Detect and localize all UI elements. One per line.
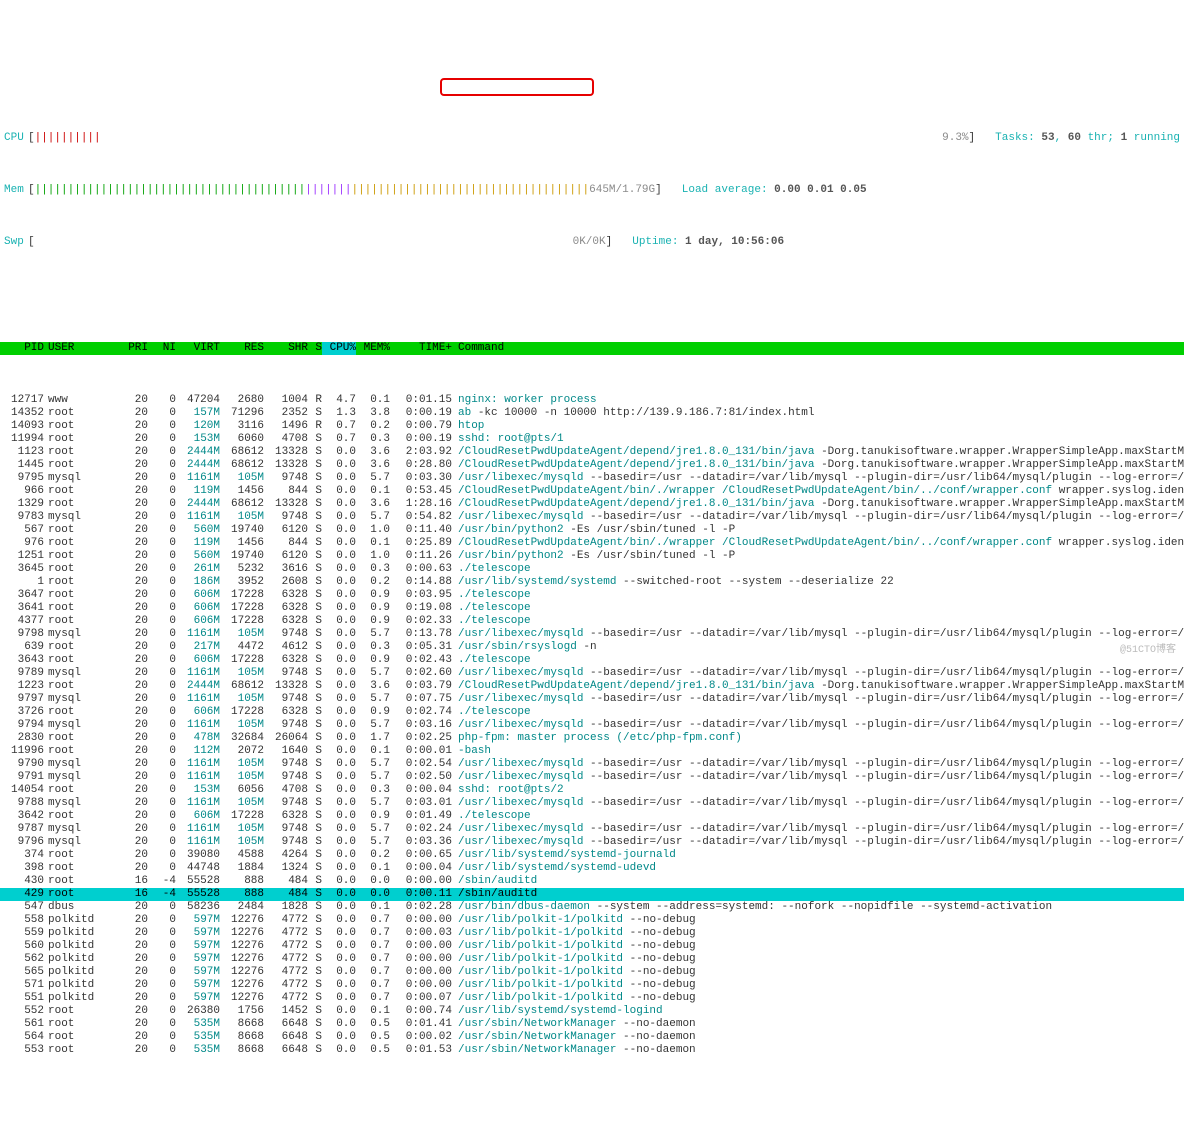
watermark: @51CTO博客: [1120, 644, 1176, 657]
process-row[interactable]: 11994root200153M60604708S0.70.30:00.19ss…: [0, 433, 1184, 446]
process-row[interactable]: 9787mysql2001161M105M9748S0.05.70:02.24/…: [0, 823, 1184, 836]
process-row[interactable]: 14352root200157M712962352S1.33.80:00.19a…: [0, 407, 1184, 420]
process-row[interactable]: 4377root200606M172286328S0.00.90:02.33./…: [0, 615, 1184, 628]
process-row[interactable]: 552root2002638017561452S0.00.10:00.74/us…: [0, 1005, 1184, 1018]
hdr-pri[interactable]: PRI: [120, 342, 148, 355]
process-row[interactable]: 639root200217M44724612S0.00.30:05.31/usr…: [0, 641, 1184, 654]
meters-panel: CPU[||||||||||9.3%] Tasks: 53, 60 thr; 1…: [0, 78, 1184, 303]
load-info: Load average: 0.00 0.01 0.05: [682, 184, 867, 197]
process-row[interactable]: 374root2003908045884264S0.00.20:00.65/us…: [0, 849, 1184, 862]
process-row[interactable]: 9797mysql2001161M105M9748S0.05.70:07.75/…: [0, 693, 1184, 706]
process-row[interactable]: 565polkitd200597M122764772S0.00.70:00.00…: [0, 966, 1184, 979]
process-row[interactable]: 2830root200478M3268426064S0.01.70:02.25p…: [0, 732, 1184, 745]
hdr-time[interactable]: TIME+: [390, 342, 452, 355]
process-row[interactable]: 1root200186M39522608S0.00.20:14.88/usr/l…: [0, 576, 1184, 589]
process-row[interactable]: 553root200535M86686648S0.00.50:01.53/usr…: [0, 1044, 1184, 1057]
process-row[interactable]: 1445root2002444M6861213328S0.03.60:28.80…: [0, 459, 1184, 472]
process-row[interactable]: 551polkitd200597M122764772S0.00.70:00.07…: [0, 992, 1184, 1005]
cpu-meter: CPU[||||||||||9.3%] Tasks: 53, 60 thr; 1…: [4, 132, 1180, 145]
cpu-value: 9.3%: [942, 132, 968, 145]
swp-label: Swp: [4, 236, 28, 249]
mem-bars-green: ||||||||||||||||||||||||||||||||||||||||…: [35, 184, 306, 197]
cpu-bars: ||||||||||: [35, 132, 101, 145]
process-row[interactable]: 560polkitd200597M122764772S0.00.70:00.00…: [0, 940, 1184, 953]
process-row[interactable]: 3641root200606M172286328S0.00.90:19.08./…: [0, 602, 1184, 615]
cpu-label: CPU: [4, 132, 28, 145]
process-row[interactable]: 966root200119M1456844S0.00.10:53.45/Clou…: [0, 485, 1184, 498]
process-row[interactable]: 9789mysql2001161M105M9748S0.05.70:02.60/…: [0, 667, 1184, 680]
process-row[interactable]: 398root2004474818841324S0.00.10:00.04/us…: [0, 862, 1184, 875]
swp-value: 0K/0K: [573, 236, 606, 249]
mem-value: 645M/1.79G: [589, 184, 655, 197]
process-row[interactable]: 3642root200606M172286328S0.00.90:01.49./…: [0, 810, 1184, 823]
process-row[interactable]: 9791mysql2001161M105M9748S0.05.70:02.50/…: [0, 771, 1184, 784]
process-row[interactable]: 429root16-455528888484S0.00.00:00.11/sbi…: [0, 888, 1184, 901]
process-row[interactable]: 430root16-455528888484S0.00.00:00.00/sbi…: [0, 875, 1184, 888]
hdr-cpu[interactable]: CPU%: [322, 342, 356, 355]
process-row[interactable]: 9798mysql2001161M105M9748S0.05.70:13.78/…: [0, 628, 1184, 641]
hdr-ni[interactable]: NI: [148, 342, 176, 355]
process-row[interactable]: 567root200560M197406120S0.01.00:11.40/us…: [0, 524, 1184, 537]
process-row[interactable]: 1223root2002444M6861213328S0.03.60:03.79…: [0, 680, 1184, 693]
process-row[interactable]: 9790mysql2001161M105M9748S0.05.70:02.54/…: [0, 758, 1184, 771]
hdr-cmd[interactable]: Command: [452, 342, 504, 355]
process-row[interactable]: 562polkitd200597M122764772S0.00.70:00.00…: [0, 953, 1184, 966]
process-row[interactable]: 561root200535M86686648S0.00.50:01.41/usr…: [0, 1018, 1184, 1031]
mem-bars-yellow: ||||||||||||||||||||||||||||||||||||: [351, 184, 589, 197]
process-row[interactable]: 571polkitd200597M122764772S0.00.70:00.00…: [0, 979, 1184, 992]
hdr-virt[interactable]: VIRT: [176, 342, 220, 355]
process-row[interactable]: 547dbus2005823624841828S0.00.10:02.28/us…: [0, 901, 1184, 914]
hdr-s[interactable]: S: [308, 342, 322, 355]
process-header[interactable]: PIDUSERPRINIVIRTRESSHRSCPU%MEM%TIME+Comm…: [0, 342, 1184, 355]
hdr-res[interactable]: RES: [220, 342, 264, 355]
hdr-mem[interactable]: MEM%: [356, 342, 390, 355]
hdr-pid[interactable]: PID: [4, 342, 44, 355]
process-row[interactable]: 558polkitd200597M122764772S0.00.70:00.00…: [0, 914, 1184, 927]
process-row[interactable]: 9788mysql2001161M105M9748S0.05.70:03.01/…: [0, 797, 1184, 810]
process-row[interactable]: 976root200119M1456844S0.00.10:25.89/Clou…: [0, 537, 1184, 550]
tasks-info: Tasks: 53, 60 thr; 1 running: [995, 132, 1180, 145]
process-row[interactable]: 14093root200120M31161496R0.70.20:00.79ht…: [0, 420, 1184, 433]
process-row[interactable]: 3726root200606M172286328S0.00.90:02.74./…: [0, 706, 1184, 719]
process-row[interactable]: 9795mysql2001161M105M9748S0.05.70:03.30/…: [0, 472, 1184, 485]
process-row[interactable]: 564root200535M86686648S0.00.50:00.02/usr…: [0, 1031, 1184, 1044]
mem-meter: Mem[||||||||||||||||||||||||||||||||||||…: [4, 184, 1180, 197]
process-row[interactable]: 9783mysql2001161M105M9748S0.05.70:54.82/…: [0, 511, 1184, 524]
process-row[interactable]: 9794mysql2001161M105M9748S0.05.70:03.16/…: [0, 719, 1184, 732]
process-row[interactable]: 9796mysql2001161M105M9748S0.05.70:03.36/…: [0, 836, 1184, 849]
process-list[interactable]: 12717www2004720426801004R4.70.10:01.15ng…: [0, 394, 1184, 1057]
highlight-box: [440, 78, 594, 96]
mem-label: Mem: [4, 184, 28, 197]
process-row[interactable]: 3647root200606M172286328S0.00.90:03.95./…: [0, 589, 1184, 602]
mem-bars-purple: |||||||: [305, 184, 351, 197]
process-row[interactable]: 3645root200261M52323616S0.00.30:00.63./t…: [0, 563, 1184, 576]
process-row[interactable]: 1329root2002444M6861213328S0.03.61:28.16…: [0, 498, 1184, 511]
swp-meter: Swp[0K/0K] Uptime: 1 day, 10:56:06: [4, 236, 1180, 249]
process-row[interactable]: 559polkitd200597M122764772S0.00.70:00.03…: [0, 927, 1184, 940]
uptime-info: Uptime: 1 day, 10:56:06: [632, 236, 784, 249]
hdr-shr[interactable]: SHR: [264, 342, 308, 355]
process-row[interactable]: 11996root200112M20721640S0.00.10:00.01-b…: [0, 745, 1184, 758]
process-row[interactable]: 1251root200560M197406120S0.01.00:11.26/u…: [0, 550, 1184, 563]
process-row[interactable]: 1123root2002444M6861213328S0.03.62:03.92…: [0, 446, 1184, 459]
hdr-user[interactable]: USER: [44, 342, 120, 355]
process-row[interactable]: 14054root200153M60564708S0.00.30:00.04ss…: [0, 784, 1184, 797]
process-row[interactable]: 12717www2004720426801004R4.70.10:01.15ng…: [0, 394, 1184, 407]
